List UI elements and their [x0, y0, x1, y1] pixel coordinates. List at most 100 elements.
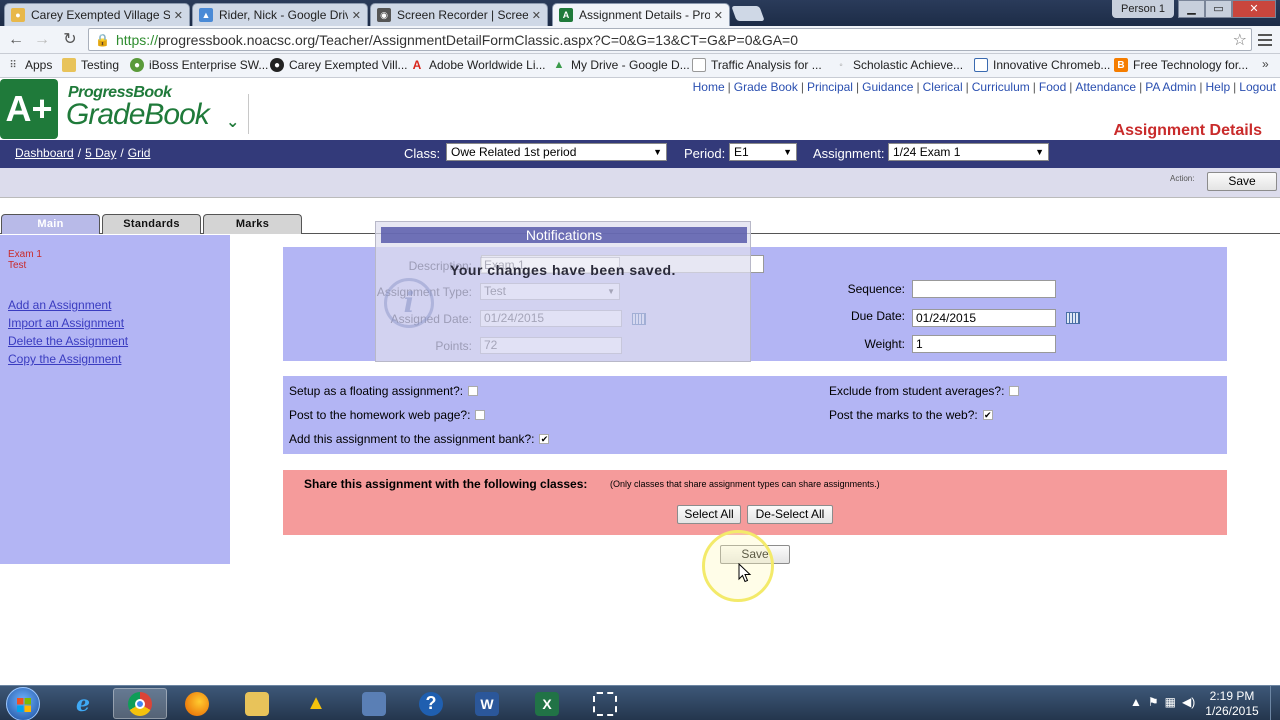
bookmark-innovative[interactable]: Innovative Chromeb... — [974, 58, 1110, 72]
tab-standards[interactable]: Standards — [102, 214, 201, 234]
exclude-option: Exclude from student averages?: — [829, 384, 1020, 398]
folder-icon — [62, 58, 76, 72]
taskbar-word[interactable]: W — [460, 688, 514, 719]
bookmark-apps[interactable]: ⠿ Apps — [6, 58, 52, 72]
back-arrow-icon[interactable]: ← — [6, 30, 26, 50]
apps-grid-icon: ⠿ — [9, 59, 17, 71]
forward-arrow-icon[interactable]: → — [32, 30, 52, 50]
logo-divider — [248, 94, 249, 134]
nav-pa-admin[interactable]: PA Admin — [1145, 80, 1196, 94]
points-label: Points: — [435, 339, 472, 353]
floating-checkbox[interactable] — [468, 386, 479, 396]
volume-icon[interactable]: ◀) — [1182, 695, 1195, 709]
save-button-top[interactable]: Save — [1207, 172, 1277, 191]
chrome-icon — [128, 691, 152, 716]
nav-food[interactable]: Food — [1039, 80, 1066, 94]
address-bar[interactable]: 🔒 https:// progressbook.noacsc.org/Teach… — [88, 28, 1252, 51]
copy-assignment-link[interactable]: Copy the Assignment — [8, 352, 121, 366]
nav-clerical[interactable]: Clerical — [923, 80, 963, 94]
bookmark-adobe[interactable]: A Adobe Worldwide Li... — [410, 58, 546, 72]
nav-curriculum[interactable]: Curriculum — [972, 80, 1030, 94]
nav-logout[interactable]: Logout — [1239, 80, 1276, 94]
assigned-date-input[interactable]: 01/24/2015 — [480, 310, 622, 327]
add-assignment-link[interactable]: Add an Assignment — [8, 298, 111, 312]
nav-attendance[interactable]: Attendance — [1075, 80, 1136, 94]
person-profile-button[interactable]: Person 1 — [1112, 0, 1174, 18]
taskbar-internet-explorer[interactable]: e — [56, 688, 110, 719]
homework-checkbox[interactable] — [475, 410, 486, 420]
bookmark-scholastic[interactable]: ◦ Scholastic Achieve... — [834, 58, 963, 72]
bookmark-testing[interactable]: Testing — [62, 58, 119, 72]
show-desktop-button[interactable] — [1270, 686, 1280, 720]
class-select[interactable]: Owe Related 1st period ▼ — [446, 143, 667, 161]
flag-icon[interactable]: ⚑ — [1148, 695, 1159, 709]
browser-tab-screen-recorder[interactable]: ◉ Screen Recorder | Screenc ✕ — [370, 3, 548, 26]
weight-input[interactable]: 1 — [912, 335, 1056, 353]
deselect-all-button[interactable]: De-Select All — [747, 505, 833, 524]
taskbar-google-drive[interactable]: ▲ — [289, 688, 343, 719]
points-input[interactable]: 72 — [480, 337, 622, 354]
select-all-button[interactable]: Select All — [677, 505, 741, 524]
nav-grade-book[interactable]: Grade Book — [734, 80, 798, 94]
calendar-icon[interactable] — [632, 313, 646, 325]
taskbar-excel[interactable]: X — [520, 688, 574, 719]
post-marks-checkbox[interactable]: ✔ — [982, 410, 993, 420]
assignment-type-select[interactable]: Test ▼ — [480, 283, 620, 300]
delete-assignment-link[interactable]: Delete the Assignment — [8, 334, 128, 348]
taskbar-chrome[interactable] — [113, 688, 167, 719]
nav-home[interactable]: Home — [693, 80, 725, 94]
tray-expand-icon[interactable]: ▲ — [1130, 695, 1142, 709]
calendar-icon[interactable] — [1066, 312, 1080, 324]
nav-guidance[interactable]: Guidance — [862, 80, 913, 94]
tab-main[interactable]: Main — [1, 214, 100, 234]
sequence-input[interactable] — [912, 280, 1056, 298]
taskbar-snipping[interactable] — [578, 688, 632, 719]
tab-close-icon[interactable]: ✕ — [352, 9, 361, 22]
breadcrumb-dashboard[interactable]: Dashboard — [15, 146, 74, 160]
taskbar-help[interactable]: ? — [404, 688, 458, 719]
tab-close-icon[interactable]: ✕ — [532, 9, 541, 22]
chrome-menu-icon[interactable] — [1258, 31, 1272, 49]
due-date-input[interactable]: 01/24/2015 — [912, 309, 1056, 327]
breadcrumb-5-day[interactable]: 5 Day — [85, 146, 116, 160]
class-label: Class: — [404, 146, 441, 161]
minimize-icon[interactable]: ▁ — [1178, 0, 1205, 18]
new-tab-button[interactable] — [731, 6, 765, 21]
nav-principal[interactable]: Principal — [807, 80, 853, 94]
scholastic-icon: ◦ — [839, 59, 843, 71]
bookmark-free-technology[interactable]: B Free Technology for... — [1114, 58, 1248, 72]
maximize-icon[interactable]: ▭ — [1205, 0, 1232, 18]
weight-label: Weight: — [864, 337, 905, 351]
assignment-select[interactable]: 1/24 Exam 1 ▼ — [888, 143, 1049, 161]
breadcrumb-grid[interactable]: Grid — [128, 146, 151, 160]
start-button[interactable] — [6, 687, 40, 720]
bank-checkbox[interactable]: ✔ — [539, 434, 550, 444]
tab-close-icon[interactable]: ✕ — [714, 9, 723, 22]
period-label: Period: — [684, 146, 726, 161]
network-icon[interactable]: ▦ — [1165, 695, 1176, 709]
browser-tab-assignment-details[interactable]: A Assignment Details - Prog ✕ — [552, 3, 730, 26]
taskbar-control-panel[interactable] — [347, 688, 401, 719]
taskbar-firefox[interactable] — [170, 688, 224, 719]
tab-close-icon[interactable]: ✕ — [174, 9, 183, 22]
nav-help[interactable]: Help — [1205, 80, 1230, 94]
options-panel: Setup as a floating assignment?: Post to… — [283, 376, 1227, 454]
exclude-checkbox[interactable] — [1009, 386, 1020, 396]
chevron-down-icon[interactable]: ⌄ — [226, 112, 239, 132]
close-window-icon[interactable]: ✕ — [1232, 0, 1276, 18]
bookmark-carey[interactable]: ● Carey Exempted Vill... — [270, 58, 408, 72]
period-select[interactable]: E1 ▼ — [729, 143, 797, 161]
reload-icon[interactable]: ↻ — [60, 30, 80, 50]
import-assignment-link[interactable]: Import an Assignment — [8, 316, 124, 330]
browser-tab-drive[interactable]: ▲ Rider, Nick - Google Drive ✕ — [192, 3, 368, 26]
bookmark-traffic[interactable]: Traffic Analysis for ... — [692, 58, 822, 72]
bookmark-iboss[interactable]: ● iBoss Enterprise SW... — [130, 58, 268, 72]
doc-icon — [974, 58, 988, 72]
bookmarks-overflow-button[interactable]: » — [1262, 57, 1269, 71]
browser-tab-carey[interactable]: ● Carey Exempted Village Sc ✕ — [4, 3, 190, 26]
taskbar-clock[interactable]: 2:19 PM 1/26/2015 — [1200, 689, 1264, 719]
bookmark-my-drive[interactable]: ▲ My Drive - Google D... — [552, 58, 690, 72]
bookmark-star-icon[interactable]: ☆ — [1233, 30, 1247, 50]
tab-marks[interactable]: Marks — [203, 214, 302, 234]
taskbar-explorer[interactable] — [230, 688, 284, 719]
